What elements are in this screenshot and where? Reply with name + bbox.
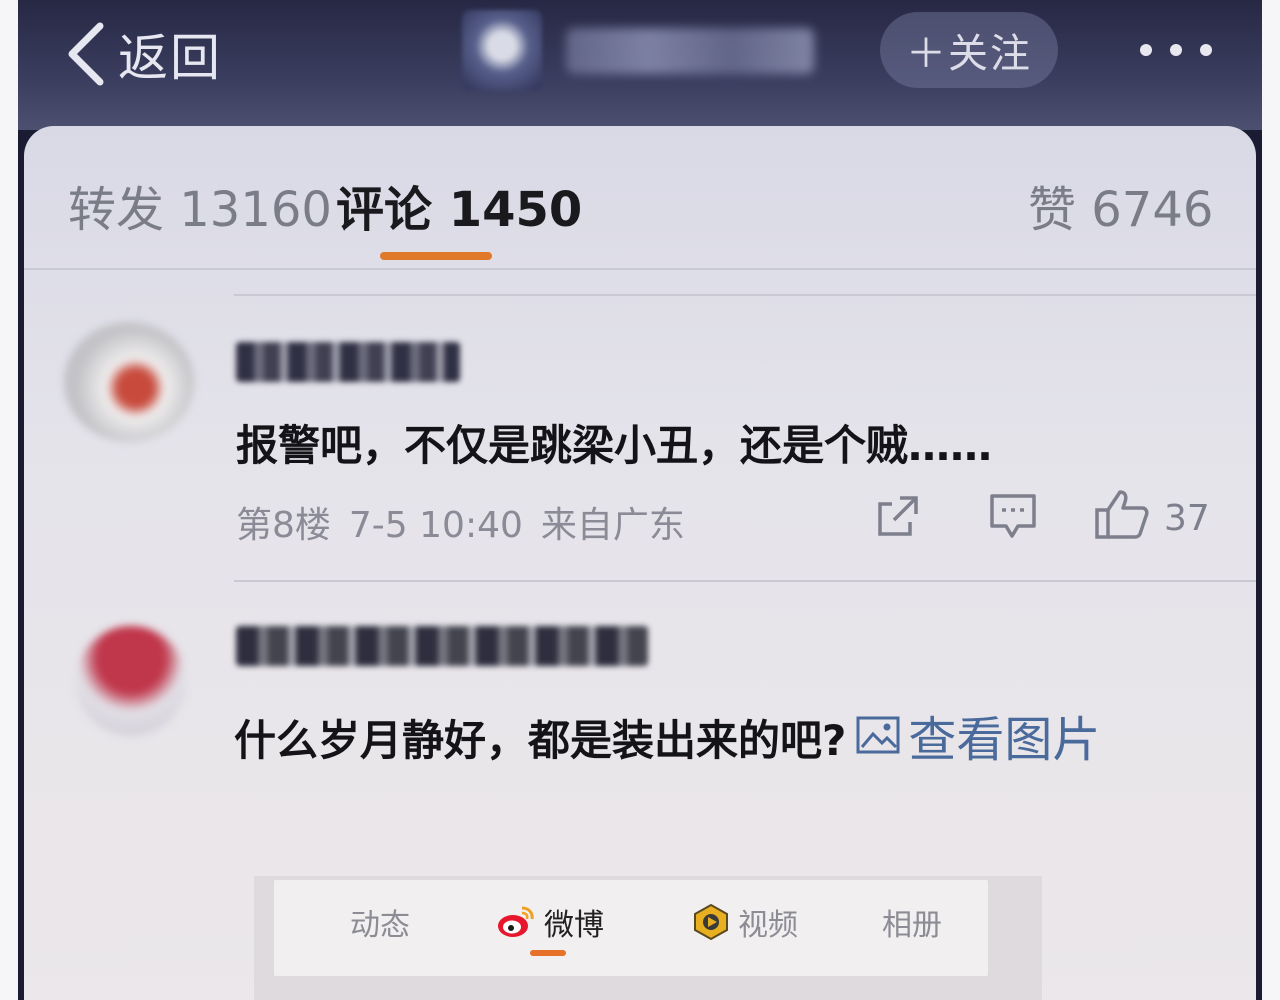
back-button[interactable]: 返回 (60, 14, 222, 94)
tab-album[interactable]: 相册 (882, 900, 942, 944)
tab-weibo[interactable]: 微博 (496, 900, 604, 944)
phone-screen: 返回 ＋关注 转发 13160 评论 1450 赞 6746 报警吧，不仅是跳梁… (18, 0, 1262, 1000)
tabs-divider (24, 268, 1256, 270)
weibo-logo-icon (498, 906, 534, 937)
thumbs-up-icon[interactable] (1094, 488, 1150, 540)
image-icon (856, 716, 900, 754)
comment-location: 来自广东 (540, 505, 685, 546)
follow-button[interactable]: ＋关注 (880, 12, 1058, 88)
author-avatar[interactable] (462, 10, 542, 90)
comments-panel: 转发 13160 评论 1450 赞 6746 报警吧，不仅是跳梁小丑，还是个贼… (24, 126, 1256, 1000)
comment-text-content: 什么岁月静好，都是装出来的吧? (234, 716, 847, 765)
like-count: 37 (1164, 498, 1210, 539)
comment-meta: 第8楼 7-5 10:40 来自广东 (236, 496, 685, 548)
top-nav-bar: 返回 ＋关注 (18, 0, 1262, 130)
commenter-avatar[interactable] (64, 322, 194, 442)
back-label: 返回 (118, 29, 222, 87)
active-tab-indicator (380, 252, 492, 260)
profile-tab-bar: 动态 微博 视频 相册 (274, 880, 988, 976)
view-image-link[interactable]: 查看图片 (856, 700, 1100, 770)
embedded-image: 动态 微博 视频 相册 (254, 876, 1042, 1000)
ellipsis-icon[interactable] (1136, 36, 1216, 66)
comment-icon[interactable] (988, 492, 1038, 540)
interaction-tabs: 转发 13160 评论 1450 赞 6746 (24, 126, 1256, 268)
active-tab-indicator (530, 950, 566, 956)
comment-text: 什么岁月静好，都是装出来的吧? 查看图片 (234, 700, 1100, 770)
video-icon (694, 903, 728, 941)
tab-repost[interactable]: 转发 13160 (68, 170, 332, 240)
tab-likes[interactable]: 赞 6746 (1028, 170, 1213, 240)
chevron-left-icon (68, 22, 104, 86)
tab-feed[interactable]: 动态 (350, 900, 410, 944)
author-name-blurred[interactable] (566, 28, 814, 74)
commenter-name-blurred[interactable] (236, 342, 460, 382)
list-divider (234, 294, 1256, 296)
comment-text: 报警吧，不仅是跳梁小丑，还是个贼…… (236, 421, 993, 470)
commenter-avatar[interactable] (76, 626, 186, 736)
comment-time: 7-5 10:40 (348, 505, 523, 546)
tab-video[interactable]: 视频 (692, 900, 798, 944)
comment-floor: 第8楼 (236, 505, 331, 546)
share-icon[interactable] (874, 492, 922, 540)
tab-comments[interactable]: 评论 1450 (336, 170, 582, 240)
view-image-label: 查看图片 (908, 712, 1101, 768)
comment-divider (234, 580, 1256, 582)
commenter-name-blurred[interactable] (236, 626, 648, 666)
